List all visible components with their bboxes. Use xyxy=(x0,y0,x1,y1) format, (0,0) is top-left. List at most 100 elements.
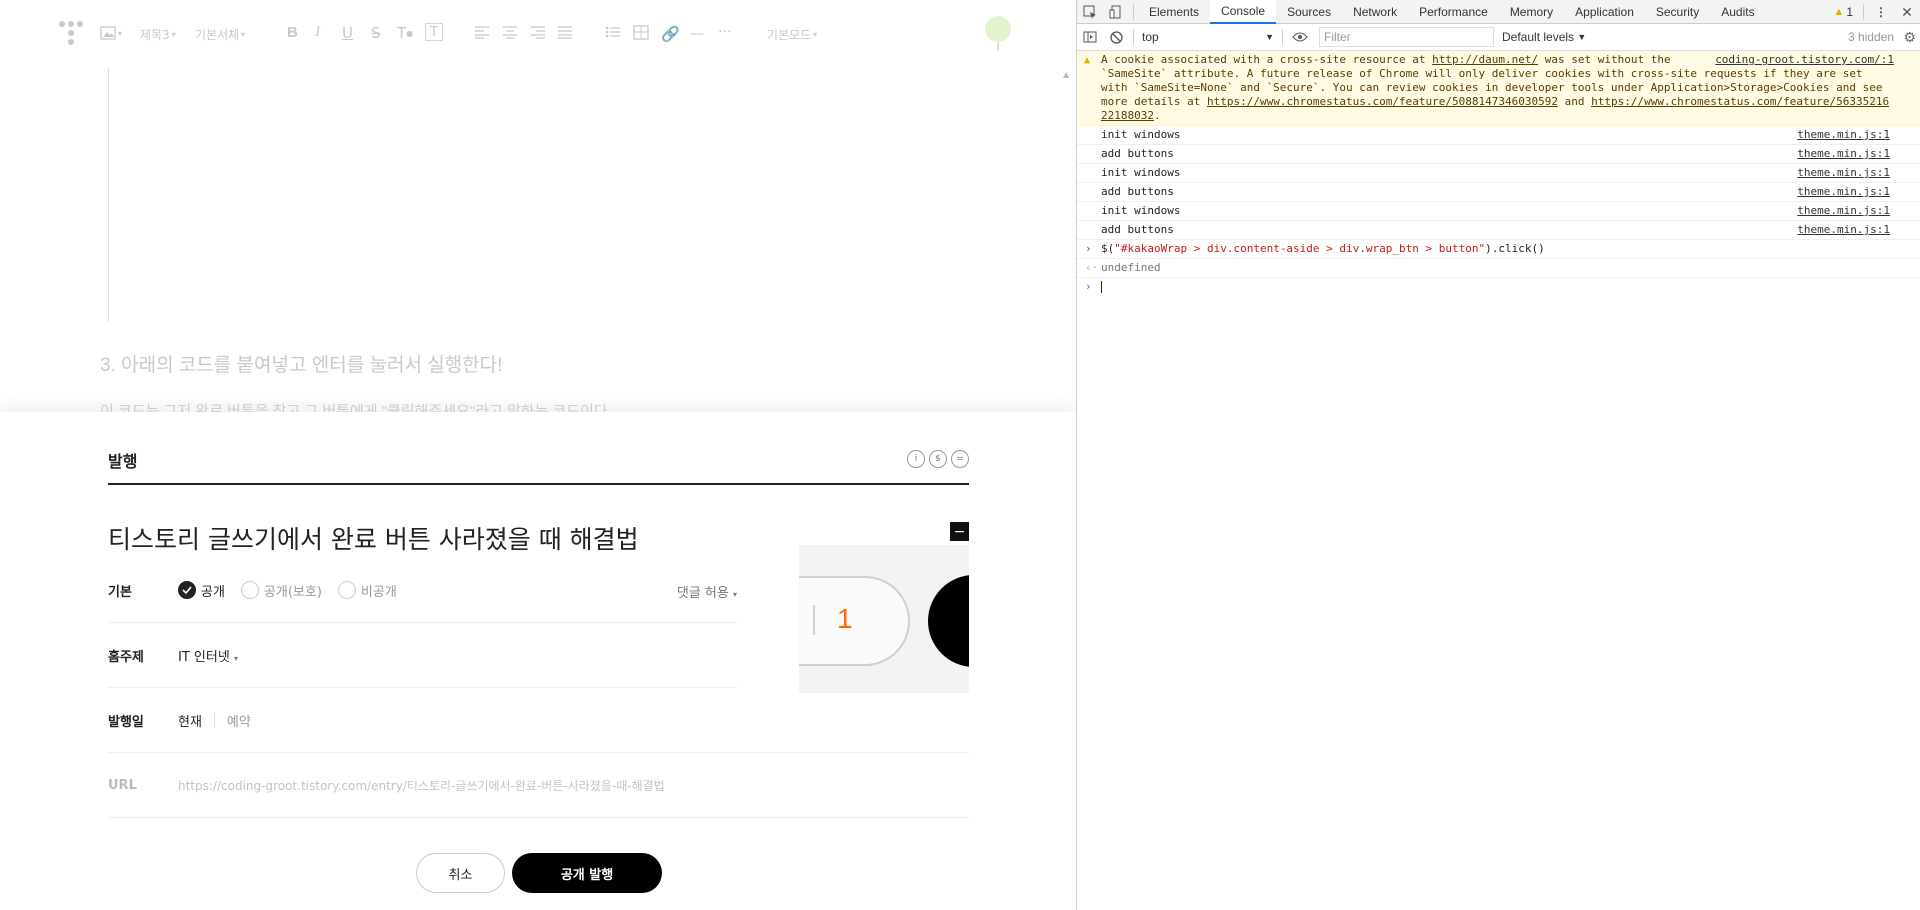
message-source-link[interactable]: theme.min.js:1 xyxy=(1797,128,1890,142)
tab-security[interactable]: Security xyxy=(1645,0,1710,24)
tistory-logo-icon[interactable] xyxy=(58,20,84,48)
message-source-link[interactable]: theme.min.js:1 xyxy=(1797,223,1890,237)
align-right-icon[interactable] xyxy=(530,25,546,39)
blog-editor: ▾ 제목3 ▾ 기본서체 ▾ B I U S T ● T 🔗 — ··· 기본모드 ▾ xyxy=(0,0,1076,910)
check-icon xyxy=(178,581,196,599)
code-block-border xyxy=(108,68,109,322)
console-output[interactable]: ▲ coding-groot.tistory.com/:1 A cookie a… xyxy=(1077,51,1920,295)
align-center-icon[interactable] xyxy=(502,25,518,39)
filter-input[interactable]: Filter xyxy=(1319,27,1494,47)
eye-icon[interactable] xyxy=(1287,24,1313,50)
heading-select-label: 제목3 xyxy=(140,28,170,42)
warning-text: . xyxy=(1153,109,1161,122)
heading-select[interactable]: 제목3 ▾ xyxy=(140,26,176,43)
message-source-link[interactable]: theme.min.js:1 xyxy=(1797,204,1890,218)
publish-license-icons: i $ = xyxy=(907,450,969,468)
result-value: undefined xyxy=(1101,261,1161,274)
console-command: › $("#kakaoWrap > div.content-aside > di… xyxy=(1077,240,1920,259)
log-text: add buttons xyxy=(1101,223,1174,236)
message-source-link[interactable]: theme.min.js:1 xyxy=(1797,166,1890,180)
log-levels-select[interactable]: Default levels ▼ xyxy=(1502,30,1586,44)
date-now-option[interactable]: 현재 xyxy=(178,711,202,730)
publish-title: 발행 xyxy=(108,452,138,471)
align-justify-icon[interactable] xyxy=(557,25,573,39)
warning-counter[interactable]: ▲ 1 xyxy=(1827,5,1859,19)
publish-button[interactable]: 공개 발행 xyxy=(512,853,662,893)
tab-elements[interactable]: Elements xyxy=(1138,0,1210,24)
message-source-link[interactable]: theme.min.js:1 xyxy=(1797,147,1890,161)
home-topic-select[interactable]: IT 인터넷 ▾ xyxy=(178,646,238,665)
visibility-private-radio[interactable]: 비공개 xyxy=(337,581,397,600)
thumbnail-remove-button[interactable]: − xyxy=(950,522,969,541)
warning-count: 1 xyxy=(1846,5,1853,19)
horizontal-line-icon[interactable]: — xyxy=(690,26,704,42)
comment-allow-select[interactable]: 댓글 허용 ▾ xyxy=(677,582,737,601)
message-source-link[interactable]: coding-groot.tistory.com/:1 xyxy=(1715,53,1894,67)
table-icon[interactable] xyxy=(633,25,649,40)
thumbnail-preview[interactable]: 1 xyxy=(799,545,969,693)
hidden-count: 3 hidden xyxy=(1847,30,1894,44)
date-reserve-option[interactable]: 예약 xyxy=(227,711,251,730)
console-warning-message: ▲ coding-groot.tistory.com/:1 A cookie a… xyxy=(1077,51,1920,126)
mode-select[interactable]: 기본모드 ▾ xyxy=(767,26,817,43)
mode-select-label: 기본모드 xyxy=(767,28,812,42)
tab-audits[interactable]: Audits xyxy=(1710,0,1765,24)
chevron-down-icon: ▾ xyxy=(813,30,818,39)
section-heading: 3. 아래의 코드를 붙여넣고 엔터를 눌러서 실행한다! xyxy=(100,355,503,376)
cancel-button[interactable]: 취소 xyxy=(416,853,505,893)
tab-memory[interactable]: Memory xyxy=(1499,0,1564,24)
console-log-message: add buttons theme.min.js:1 xyxy=(1077,183,1920,202)
attribution-icon[interactable]: i xyxy=(907,450,925,468)
bold-icon[interactable]: B xyxy=(287,24,298,41)
gear-icon[interactable]: ⚙ xyxy=(1903,29,1916,46)
home-topic-label: 홈주제 xyxy=(108,649,144,665)
visibility-protected-radio[interactable]: 공개(보호) xyxy=(240,581,322,600)
font-select-label: 기본서체 xyxy=(195,28,240,42)
inspect-element-icon[interactable] xyxy=(1077,0,1103,24)
close-icon[interactable]: ✕ xyxy=(1894,0,1920,24)
no-derivatives-icon[interactable]: = xyxy=(951,450,969,468)
screen: ▾ 제목3 ▾ 기본서체 ▾ B I U S T ● T 🔗 — ··· 기본모드 ▾ xyxy=(0,0,1920,910)
link-icon[interactable]: 🔗 xyxy=(661,25,680,43)
command-prefix: $( xyxy=(1101,242,1115,255)
italic-icon[interactable]: I xyxy=(315,24,320,41)
editor-toolbar: ▾ 제목3 ▾ 기본서체 ▾ B I U S T ● T 🔗 — ··· 기본모드 ▾ xyxy=(0,0,1076,68)
sidebar-toggle-icon[interactable] xyxy=(1077,24,1103,50)
warning-icon: ▲ xyxy=(1084,55,1091,66)
kebab-menu-icon[interactable]: ⋮ xyxy=(1868,0,1894,24)
radio-circle-icon xyxy=(337,581,356,599)
context-select[interactable]: top ▼ xyxy=(1138,27,1278,47)
console-prompt[interactable]: › xyxy=(1077,278,1920,295)
url-row: URL https://coding-groot.tistory.com/ent… xyxy=(108,753,969,818)
url-value[interactable]: https://coding-groot.tistory.com/entry/티… xyxy=(178,777,665,794)
devtools-panel: Elements Console Sources Network Perform… xyxy=(1076,0,1920,910)
tab-performance[interactable]: Performance xyxy=(1408,0,1499,24)
text-background-icon[interactable]: T xyxy=(425,23,443,41)
log-text: init windows xyxy=(1101,204,1181,217)
strikethrough-icon[interactable]: S xyxy=(371,24,381,42)
scroll-up-arrow-icon[interactable]: ▲ xyxy=(1063,70,1069,79)
underline-icon[interactable]: U xyxy=(342,24,353,42)
noncommercial-icon[interactable]: $ xyxy=(929,450,947,468)
image-insert-icon[interactable]: ▾ xyxy=(100,25,122,41)
text-color-icon[interactable]: T ● xyxy=(397,24,413,42)
device-toolbar-icon[interactable] xyxy=(1103,0,1129,24)
visibility-public-radio[interactable]: 공개 xyxy=(178,581,225,600)
console-log-message: init windows theme.min.js:1 xyxy=(1077,126,1920,145)
message-source-link[interactable]: theme.min.js:1 xyxy=(1797,185,1890,199)
align-left-icon[interactable] xyxy=(474,25,490,39)
tab-application[interactable]: Application xyxy=(1564,0,1645,24)
more-icon[interactable]: ··· xyxy=(718,24,731,40)
divider xyxy=(1133,3,1134,20)
tab-network[interactable]: Network xyxy=(1342,0,1408,24)
log-text: add buttons xyxy=(1101,185,1174,198)
bullet-list-icon[interactable] xyxy=(605,25,621,39)
warning-link[interactable]: https://www.chromestatus.com/feature/508… xyxy=(1207,95,1558,108)
log-text: add buttons xyxy=(1101,147,1174,160)
tab-console[interactable]: Console xyxy=(1210,0,1277,24)
tab-sources[interactable]: Sources xyxy=(1276,0,1342,24)
warning-link[interactable]: http://daum.net/ xyxy=(1432,53,1538,66)
font-select[interactable]: 기본서체 ▾ xyxy=(195,26,245,43)
chevron-right-icon: › xyxy=(1085,242,1092,255)
clear-console-icon[interactable] xyxy=(1103,24,1129,50)
